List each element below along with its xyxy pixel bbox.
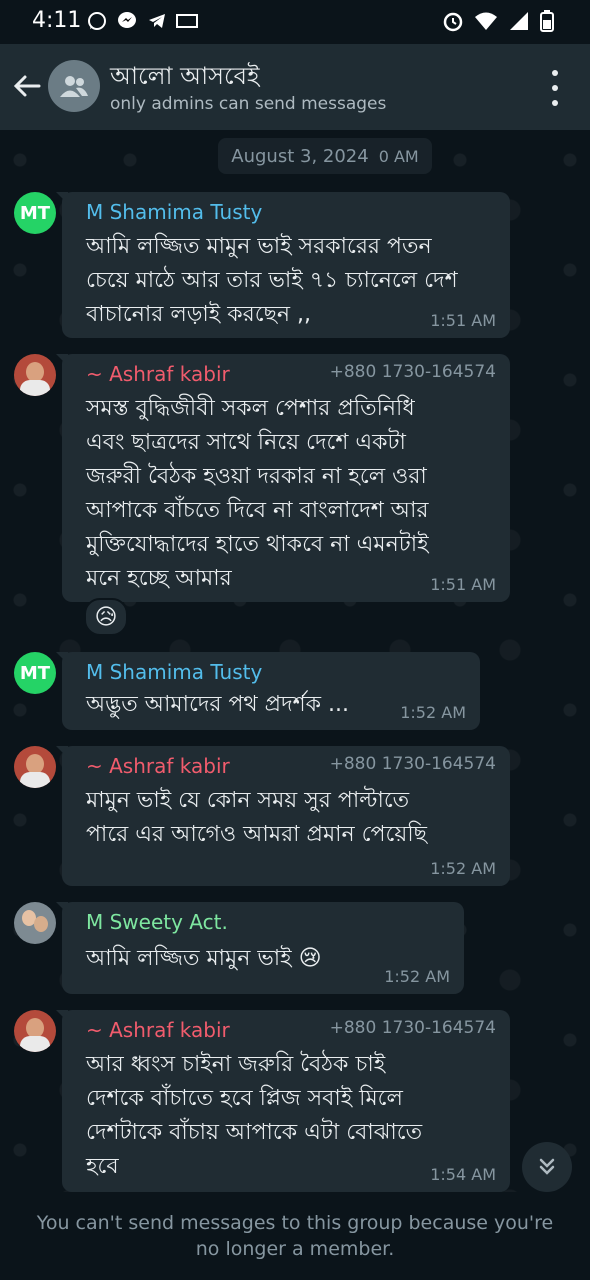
sender-name[interactable]: ~ Ashraf kabir [86, 754, 230, 778]
group-title[interactable]: আলো আসবেই [110, 58, 259, 98]
sender-name[interactable]: M Shamima Tusty [86, 200, 262, 224]
message-bubble[interactable]: M Shamima Tusty আমি লজ্জিত মামুন ভাই সরক… [62, 192, 510, 338]
battery-icon [540, 10, 554, 36]
double-chevron-down-icon [539, 1158, 555, 1175]
avatar[interactable]: MT [14, 192, 56, 234]
message-time: 1:52 AM [384, 967, 450, 986]
wifi-icon [474, 11, 498, 35]
chat-header: আলো আসবেই only admins can send messages [0, 44, 590, 130]
more-options-icon[interactable] [540, 70, 570, 106]
message-bubble[interactable]: ~ Ashraf kabir +880 1730-164574 আর ধ্বংস… [62, 1010, 510, 1192]
back-arrow-icon[interactable] [8, 64, 46, 108]
message-text: সমস্ত বুদ্ধিজীবী সকল পেশার প্রতিনিধি এবং… [86, 396, 429, 591]
status-bar: 4:11 [0, 0, 590, 44]
sender-phone: +880 1730-164574 [329, 362, 496, 382]
date-text: August 3, 2024 [231, 145, 369, 167]
avatar[interactable] [14, 354, 56, 396]
alarm-icon [442, 10, 464, 36]
cannot-send-message-notice: You can't send messages to this group be… [36, 1212, 554, 1260]
sender-phone: +880 1730-164574 [329, 754, 496, 774]
group-avatar[interactable] [48, 60, 100, 112]
system-icons [442, 10, 554, 36]
app-notification-icon [176, 10, 198, 32]
message-text: আমি লজ্জিত মামুন ভাই সরকারের পতন চেয়ে ম… [86, 234, 458, 327]
scroll-to-bottom-button[interactable] [522, 1142, 572, 1192]
message-bubble[interactable]: M Shamima Tusty অদ্ভুত আমাদের পথ প্রদর্শ… [62, 652, 480, 730]
status-time: 4:11 [32, 8, 82, 33]
avatar[interactable] [14, 1010, 56, 1052]
message-bubble[interactable]: ~ Ashraf kabir +880 1730-164574 সমস্ত বু… [62, 354, 510, 602]
message-time: 1:52 AM [430, 859, 496, 878]
message-text: অদ্ভুত আমাদের পথ প্রদর্শক ... [86, 692, 350, 717]
sender-name[interactable]: M Shamima Tusty [86, 660, 262, 684]
reaction-emoji[interactable]: 😥 [84, 598, 128, 636]
avatar[interactable] [14, 902, 56, 944]
message-bubble[interactable]: ~ Ashraf kabir +880 1730-164574 মামুন ভা… [62, 746, 510, 886]
group-subtitle[interactable]: only admins can send messages [110, 94, 386, 114]
message-time: 1:52 AM [400, 703, 466, 722]
notification-icons [86, 10, 198, 32]
date-separator: August 3, 2024 0 AM [218, 138, 432, 174]
messenger-icon [116, 10, 138, 32]
footer-notice: You can't send messages to this group be… [0, 1192, 590, 1280]
group-icon [60, 76, 88, 97]
message-list[interactable]: August 3, 2024 0 AM MT M Shamima Tusty আ… [0, 130, 590, 1192]
avatar[interactable]: MT [14, 652, 56, 694]
sender-name[interactable]: ~ Ashraf kabir [86, 1018, 230, 1042]
message-text: আর ধ্বংস চাইনা জরুরি বৈঠক চাই দেশকে বাঁচ… [86, 1052, 423, 1179]
sender-name[interactable]: ~ Ashraf kabir [86, 362, 230, 386]
cellular-signal-icon [508, 11, 530, 35]
sender-name[interactable]: M Sweety Act. [86, 910, 228, 934]
message-time: 1:51 AM [430, 575, 496, 594]
avatar[interactable] [14, 746, 56, 788]
date-partial-time: 0 AM [378, 146, 419, 166]
message-time: 1:54 AM [430, 1165, 496, 1184]
telegram-icon [146, 10, 168, 32]
message-text: আমি লজ্জিত মামুন ভাই 😢 [86, 946, 322, 971]
sender-phone: +880 1730-164574 [329, 1018, 496, 1038]
message-bubble[interactable]: M Sweety Act. আমি লজ্জিত মামুন ভাই 😢 1:5… [62, 902, 464, 994]
whatsapp-icon [86, 10, 108, 32]
message-text: মামুন ভাই যে কোন সময় সুর পাল্টাতে পারে … [86, 788, 427, 847]
message-time: 1:51 AM [430, 311, 496, 330]
